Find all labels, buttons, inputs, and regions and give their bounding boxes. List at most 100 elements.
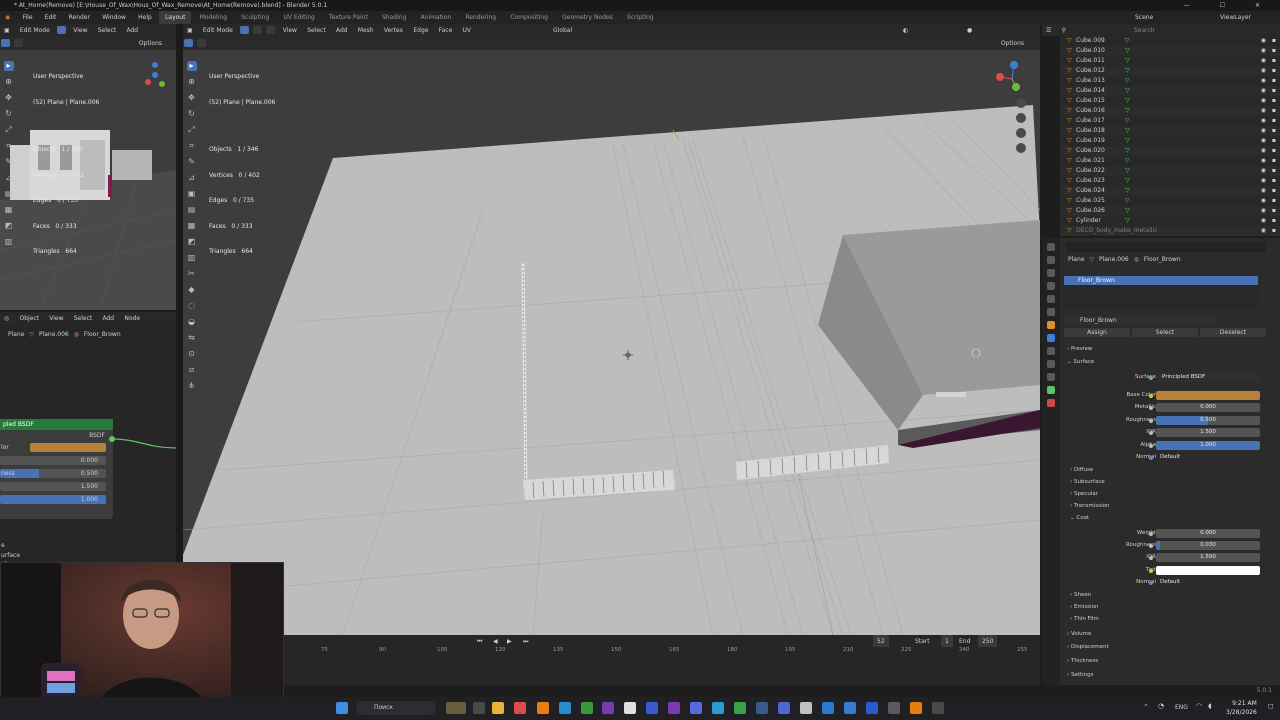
node-menu-add[interactable]: Add	[99, 312, 119, 325]
outliner-item[interactable]: ▽ Cube.009 ▽ ◉ ▪	[1060, 36, 1280, 46]
tint-color-swatch[interactable]	[1156, 566, 1260, 575]
outliner-item[interactable]: ▽ Cube.025 ▽ ◉ ▪	[1060, 196, 1280, 206]
main-select-box-button[interactable]	[184, 39, 193, 47]
eye-icon[interactable]: ◉	[1261, 56, 1266, 66]
app-icon[interactable]	[559, 702, 571, 714]
add-cube-tool-icon[interactable]: ▣	[187, 189, 197, 199]
outliner-item[interactable]: ▽ Cube.015 ▽ ◉ ▪	[1060, 96, 1280, 106]
volume-icon[interactable]: ◖	[1208, 702, 1212, 710]
node-row-ior[interactable]: 1.500	[0, 480, 113, 493]
main-menu-select[interactable]: Select	[303, 24, 330, 37]
widget-icon[interactable]	[446, 702, 466, 714]
main-3d-viewport[interactable]: User Perspective (52) Plane | Plane.006 …	[183, 50, 1040, 635]
base-color-swatch[interactable]	[1156, 391, 1260, 400]
node-row-value[interactable]: 0.000	[0, 456, 106, 465]
eye-icon[interactable]: ◉	[1261, 196, 1266, 206]
annotate-tool-icon[interactable]: ✎	[187, 157, 197, 167]
object-tab-icon[interactable]	[1047, 321, 1055, 329]
select-box-button[interactable]	[1, 39, 10, 47]
node-editor-type-icon[interactable]: ◎	[0, 312, 13, 325]
menu-edit[interactable]: Edit	[40, 11, 62, 24]
metallic-row[interactable]: Metallic 0.000	[1060, 402, 1280, 413]
app-icon[interactable]	[514, 702, 526, 714]
play-reverse-button[interactable]: ◀	[489, 635, 502, 647]
transmission-section[interactable]: › Transmission	[1060, 501, 1280, 512]
physics-tab-icon[interactable]	[1047, 360, 1055, 368]
particles-tab-icon[interactable]	[1047, 347, 1055, 355]
spin-tool-icon[interactable]: ◌	[187, 301, 197, 311]
jump-end-button[interactable]: ⏭	[519, 635, 532, 647]
taskview-icon[interactable]	[473, 702, 485, 714]
node-row-alpha[interactable]: 1.000	[0, 493, 113, 506]
app-icon[interactable]	[602, 702, 614, 714]
shrink-tool-icon[interactable]: ⊙	[187, 349, 197, 359]
assign-button[interactable]: Assign	[1064, 328, 1130, 337]
app-icon[interactable]	[822, 702, 834, 714]
knife-tool-icon[interactable]: ✂	[187, 269, 197, 279]
left-axis-gizmo[interactable]	[140, 60, 170, 90]
chrome-icon[interactable]	[734, 702, 746, 714]
field-value[interactable]: 0.000	[1156, 403, 1260, 412]
tab-rendering[interactable]: Rendering	[459, 11, 502, 24]
field-value[interactable]: 1.000	[1156, 441, 1260, 450]
modifier-tab-icon[interactable]	[1047, 334, 1055, 342]
outliner-search[interactable]: Search	[1130, 24, 1210, 36]
vertex-select-button[interactable]	[57, 26, 67, 34]
field-value[interactable]: Default	[1156, 453, 1260, 462]
start-icon[interactable]	[336, 702, 348, 714]
camera-icon[interactable]: ▪	[1272, 206, 1276, 216]
eye-icon[interactable]: ◉	[1261, 136, 1266, 146]
material-name-field[interactable]: Floor_Brown	[1064, 316, 1214, 325]
outliner-item[interactable]: ▽ Cube.013 ▽ ◉ ▪	[1060, 76, 1280, 86]
outliner-item[interactable]: ▽ Cube.016 ▽ ◉ ▪	[1060, 106, 1280, 116]
volume-section[interactable]: › Volume	[1060, 629, 1280, 640]
field-value[interactable]: 0.500	[1156, 416, 1260, 425]
field-value[interactable]: 1.500	[1156, 428, 1260, 437]
jump-start-button[interactable]: ⏮	[473, 635, 486, 647]
rotate-tool-icon[interactable]: ↻	[187, 109, 197, 119]
node-row-roughness[interactable]: 0.500 ness	[0, 467, 113, 480]
end-frame-field[interactable]: 250	[978, 635, 998, 647]
transform-tool-icon[interactable]: ⌗	[187, 141, 197, 151]
cursor-tool-icon[interactable]: ⊕	[4, 77, 14, 87]
camera-icon[interactable]: ▪	[1272, 136, 1276, 146]
base-color-swatch[interactable]	[30, 443, 106, 452]
field-value[interactable]: Principled BSDF	[1156, 373, 1260, 382]
main-menu-mesh[interactable]: Mesh	[354, 24, 378, 37]
menu-render[interactable]: Render	[64, 11, 95, 24]
bevel-tool-icon[interactable]: ◩	[187, 237, 197, 247]
sheen-section[interactable]: › Sheen	[1060, 590, 1280, 601]
eye-icon[interactable]: ◉	[1261, 96, 1266, 106]
start-frame-field[interactable]: 1	[941, 635, 953, 647]
outliner-item[interactable]: ▽ Cube.023 ▽ ◉ ▪	[1060, 176, 1280, 186]
obs-icon[interactable]	[932, 702, 944, 714]
field-value[interactable]: 0.000	[1156, 529, 1260, 538]
outliner-item[interactable]: ▽ Cube.012 ▽ ◉ ▪	[1060, 66, 1280, 76]
outliner-item[interactable]: ▽ Cube.024 ▽ ◉ ▪	[1060, 186, 1280, 196]
shader-node-editor[interactable]: ◎ Object View Select Add Node Plane ▽ Pl…	[0, 312, 176, 562]
blender-logo-icon[interactable]: ◉	[0, 11, 15, 24]
app-icon[interactable]	[646, 702, 658, 714]
edge-mode-button[interactable]	[253, 26, 263, 34]
loopcut-tool-icon[interactable]: ▥	[4, 237, 14, 247]
eye-icon[interactable]: ◉	[1261, 176, 1266, 186]
app-icon[interactable]	[866, 702, 878, 714]
rotate-tool-icon[interactable]: ↻	[4, 109, 14, 119]
node-menu-object[interactable]: Object	[15, 312, 43, 325]
eye-icon[interactable]: ◉	[1261, 76, 1266, 86]
measure-tool-icon[interactable]: ⊿	[187, 173, 197, 183]
field-value[interactable]: 0.030	[1156, 541, 1260, 550]
field-value[interactable]: Default	[1156, 578, 1260, 587]
tab-uv-editing[interactable]: UV Editing	[278, 11, 321, 24]
maximize-button[interactable]: ☐	[1220, 2, 1239, 9]
eye-icon[interactable]: ◉	[1261, 166, 1266, 176]
camera-icon[interactable]: ▪	[1272, 216, 1276, 226]
camera-icon[interactable]: ▪	[1272, 146, 1276, 156]
network-icon[interactable]: ◔	[1158, 702, 1164, 710]
outliner-item[interactable]: ▽ Cube.021 ▽ ◉ ▪	[1060, 156, 1280, 166]
polybuild-tool-icon[interactable]: ◆	[187, 285, 197, 295]
shading-solid-icon[interactable]: ●	[963, 24, 976, 37]
node-menu-view[interactable]: View	[45, 312, 67, 325]
surface-shader-row[interactable]: Surface Principled BSDF	[1060, 372, 1280, 383]
material-tab-icon[interactable]	[1047, 399, 1055, 407]
